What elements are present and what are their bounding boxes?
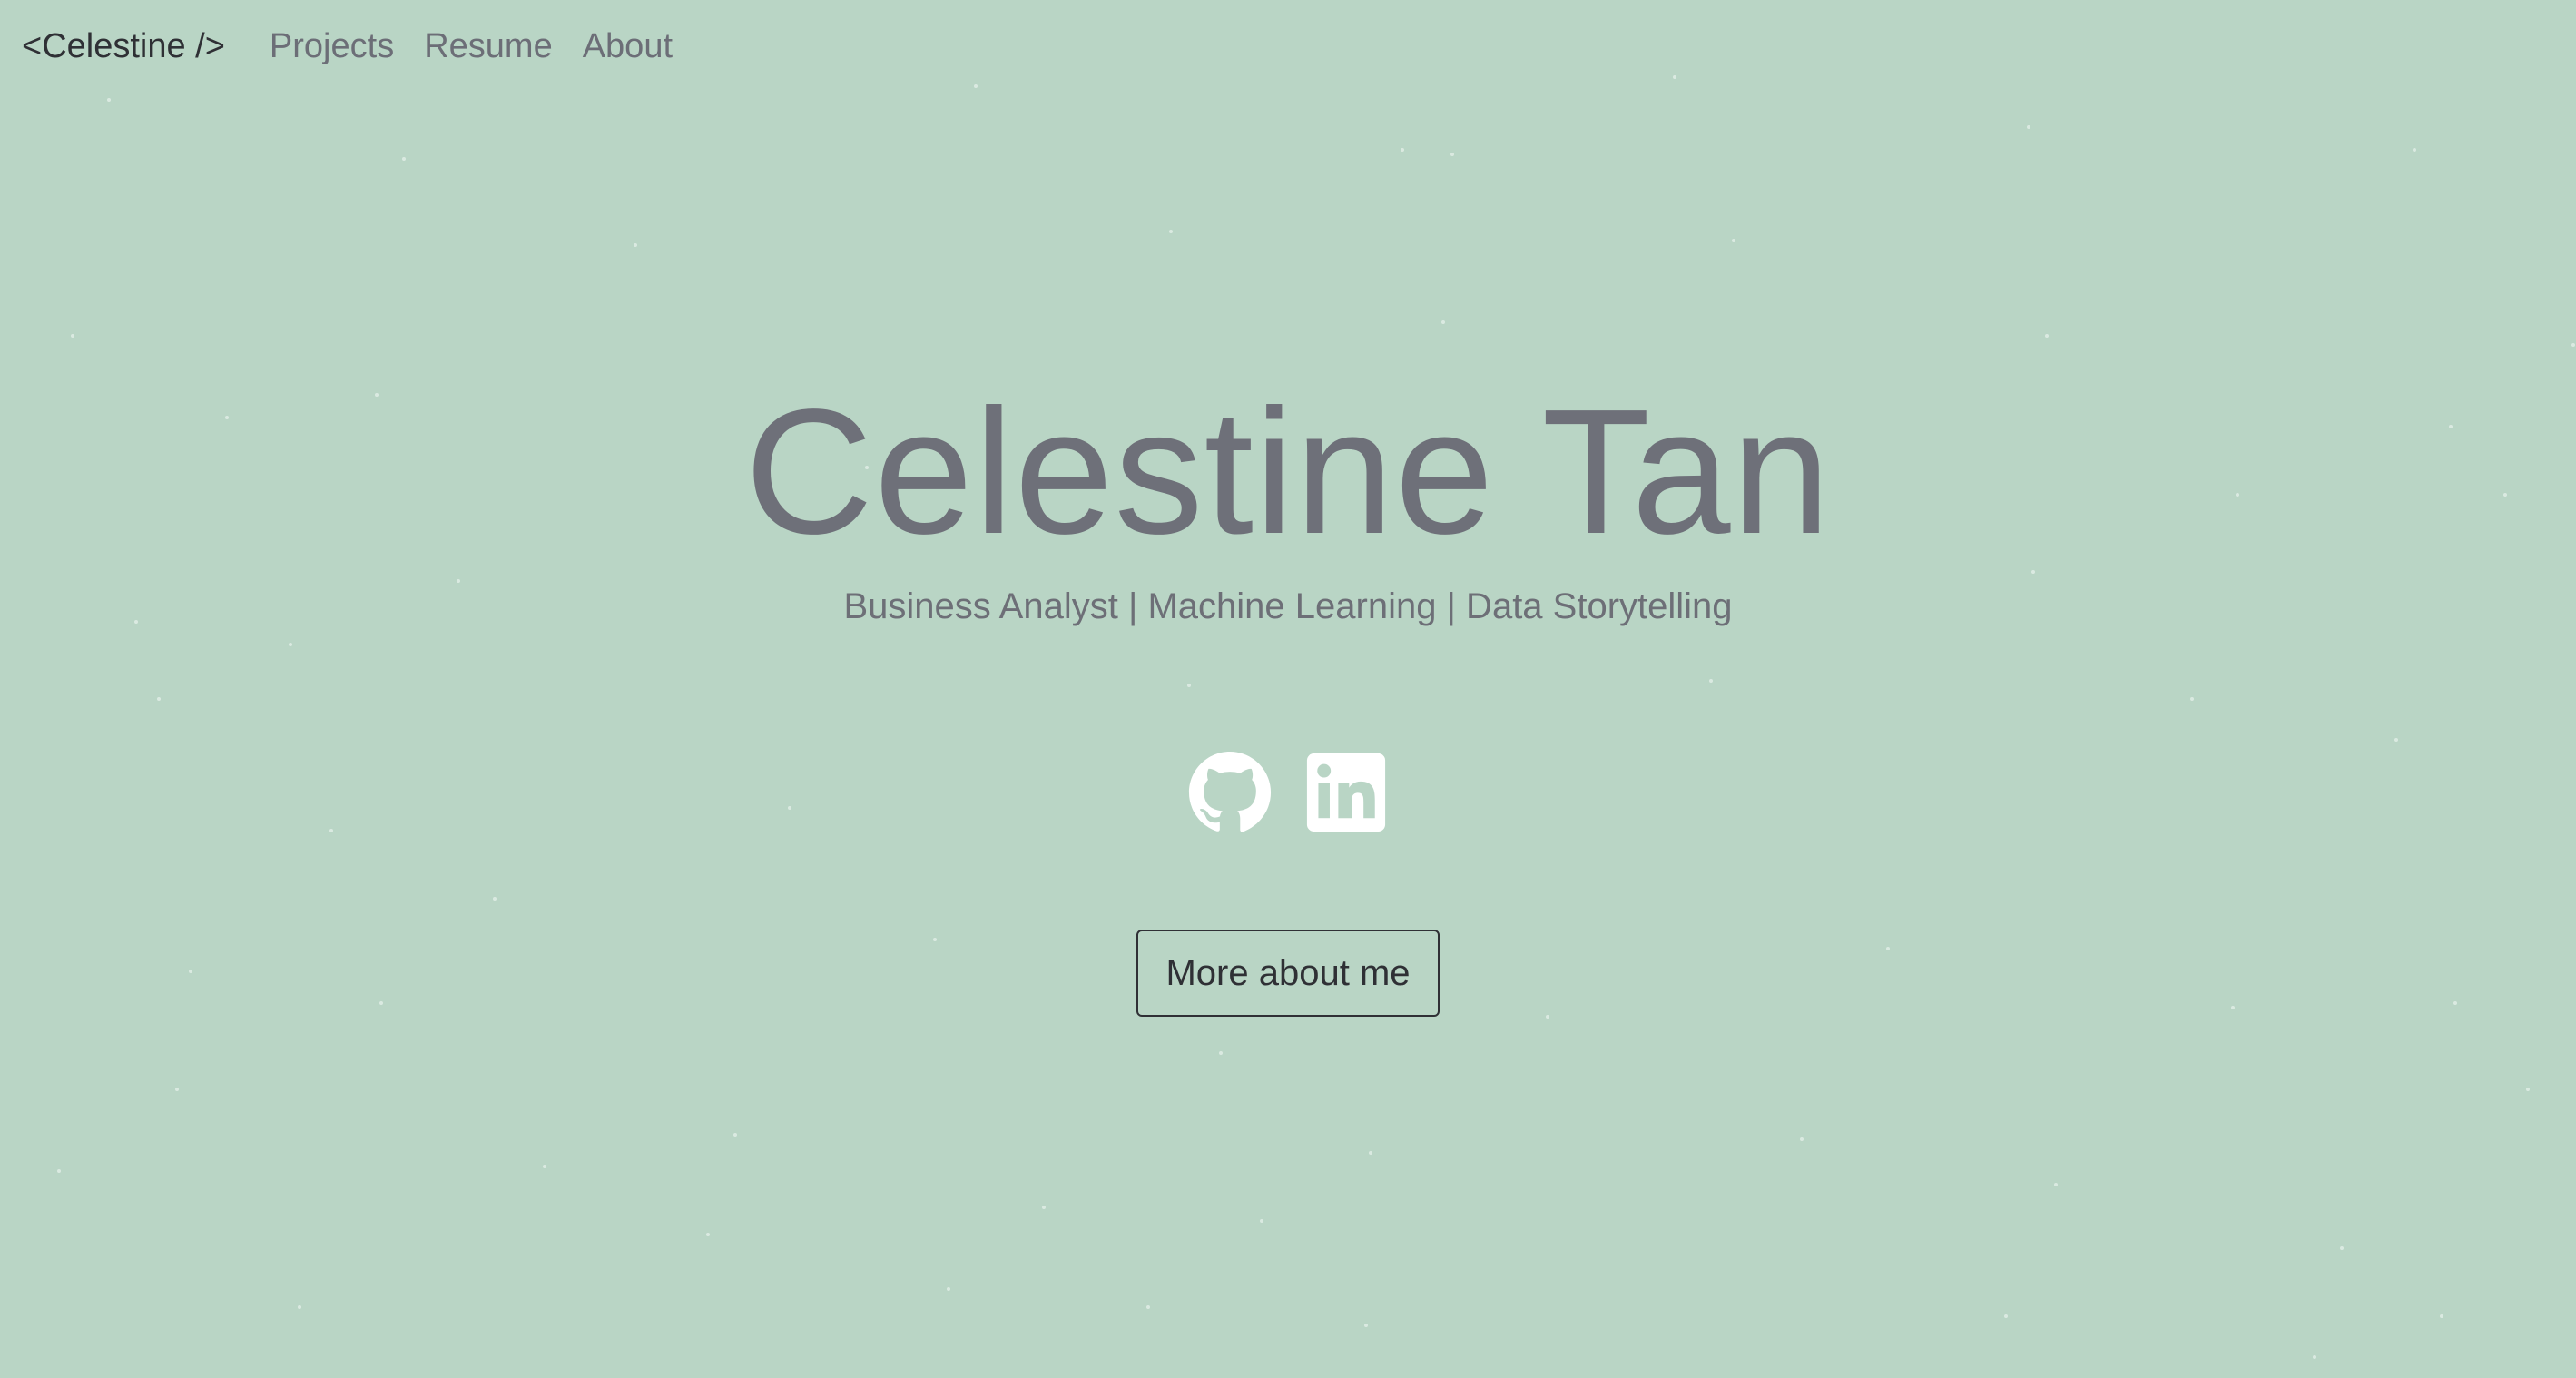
nav-link-resume[interactable]: Resume	[424, 27, 553, 66]
top-nav: <Celestine /> Projects Resume About	[22, 27, 673, 66]
more-about-me-button[interactable]: More about me	[1136, 930, 1440, 1017]
social-links	[0, 750, 2576, 835]
cta-container: More about me	[0, 930, 2576, 1017]
nav-link-about[interactable]: About	[583, 27, 673, 66]
linkedin-icon[interactable]	[1303, 750, 1389, 835]
github-icon[interactable]	[1187, 750, 1273, 835]
hero-tagline: Business Analyst | Machine Learning | Da…	[843, 586, 1733, 626]
brand-logo[interactable]: <Celestine />	[22, 27, 225, 66]
nav-link-projects[interactable]: Projects	[270, 27, 394, 66]
starfield-background	[57, 75, 2575, 1359]
hero-name: Celestine Tan	[744, 372, 1832, 571]
